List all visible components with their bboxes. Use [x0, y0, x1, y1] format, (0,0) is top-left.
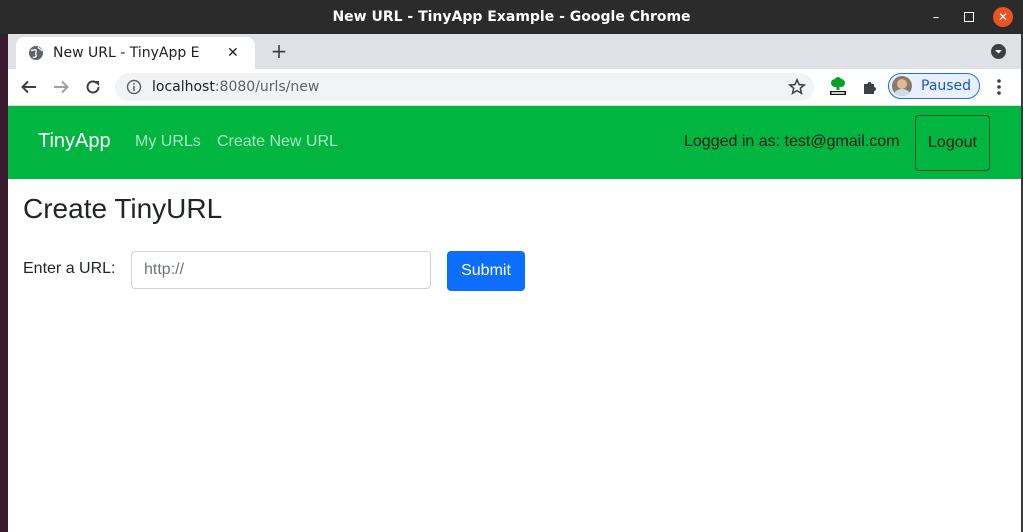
arrow-right-icon — [54, 80, 69, 94]
window-title: New URL - TinyApp Example - Google Chrom… — [332, 9, 691, 25]
kebab-menu-icon[interactable] — [990, 77, 1008, 97]
url-label: Enter a URL: — [23, 260, 116, 277]
close-icon: ✕ — [993, 7, 1013, 27]
submit-button[interactable]: Submit — [447, 251, 525, 291]
browser-toolbar: localhost:8080/urls/new Paused — [8, 69, 1021, 106]
background-terminal-edge — [0, 34, 8, 532]
window-title-bar: New URL - TinyApp Example - Google Chrom… — [0, 0, 1023, 34]
arrow-left-icon — [21, 80, 36, 94]
close-window-button[interactable]: ✕ — [992, 0, 1014, 34]
profile-label: Paused — [921, 78, 972, 94]
maximize-icon — [964, 12, 974, 22]
new-tab-button[interactable]: + — [266, 38, 292, 64]
tab-strip: New URL - TinyApp Example ✕ + — [8, 34, 1021, 69]
forward-button[interactable] — [49, 75, 73, 99]
logout-button[interactable]: Logout — [915, 115, 990, 171]
nav-my-urls[interactable]: My URLs — [135, 133, 201, 151]
browser-window: New URL - TinyApp Example ✕ + localhost:… — [8, 34, 1021, 532]
info-icon[interactable] — [126, 79, 142, 95]
address-bar[interactable]: localhost:8080/urls/new — [115, 73, 814, 101]
address-host: localhost — [152, 79, 215, 95]
maximize-button[interactable] — [958, 0, 980, 34]
minimize-icon: – — [932, 9, 940, 25]
reload-icon — [86, 80, 100, 94]
logged-in-status: Logged in as: test@gmail.com — [684, 133, 900, 150]
star-icon[interactable] — [788, 78, 806, 96]
site-navbar: TinyApp My URLs Create New URL Logged in… — [8, 106, 1021, 179]
brand-link[interactable]: TinyApp — [38, 130, 111, 153]
tab-close-icon[interactable]: ✕ — [227, 45, 239, 61]
address-path: :8080/urls/new — [214, 79, 320, 95]
nav-create-new-url[interactable]: Create New URL — [217, 133, 338, 151]
profile-paused-button[interactable]: Paused — [888, 73, 980, 99]
avatar — [892, 76, 912, 96]
globe-icon — [28, 45, 44, 61]
reload-button[interactable] — [81, 75, 105, 99]
tab-new-url[interactable]: New URL - TinyApp Example ✕ — [16, 37, 255, 69]
html-validator-icon[interactable] — [828, 77, 848, 97]
puzzle-icon[interactable] — [860, 77, 880, 97]
tab-title: New URL - TinyApp Example — [53, 45, 199, 61]
url-input[interactable] — [131, 251, 431, 289]
tab-search-icon[interactable] — [990, 43, 1007, 60]
page-title: Create TinyURL — [23, 193, 223, 224]
page-content: TinyApp My URLs Create New URL Logged in… — [8, 106, 1021, 532]
back-button[interactable] — [17, 75, 41, 99]
address-url: localhost:8080/urls/new — [152, 79, 319, 95]
minimize-button[interactable]: – — [925, 0, 947, 34]
